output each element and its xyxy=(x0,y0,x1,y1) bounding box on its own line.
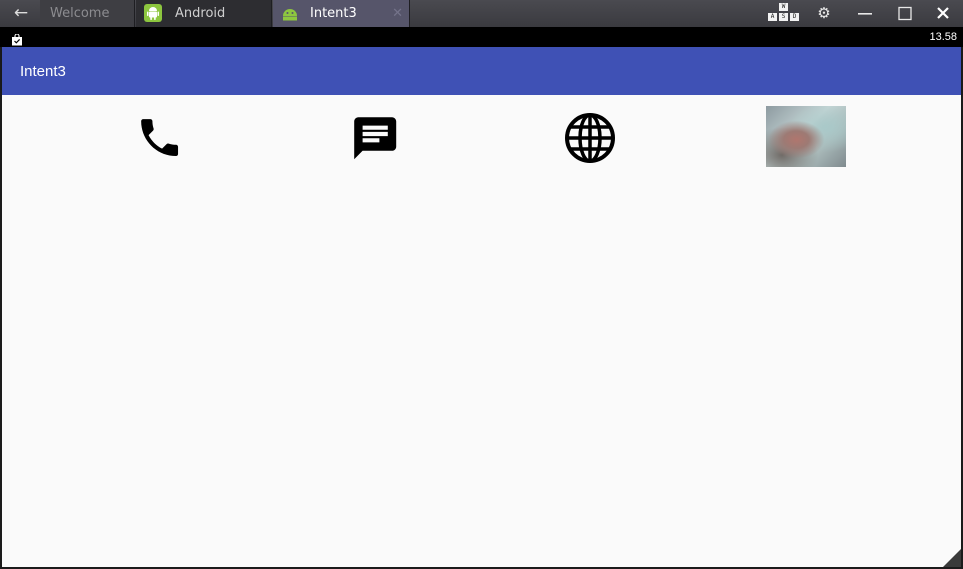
app-bar: Intent3 xyxy=(2,47,961,95)
status-bar: 13.58 xyxy=(0,27,963,47)
keycap-a: A xyxy=(768,13,777,21)
back-arrow-icon[interactable]: ← xyxy=(6,0,36,27)
tab-intent3[interactable]: Intent3 ✕ xyxy=(273,0,410,27)
tab-android[interactable]: Android xyxy=(136,0,272,27)
web-button[interactable] xyxy=(560,108,620,168)
close-icon[interactable] xyxy=(930,0,956,27)
phone-button[interactable] xyxy=(130,108,190,168)
app-title: Intent3 xyxy=(20,63,66,80)
maximize-icon[interactable] xyxy=(892,0,918,27)
keycap-s: S xyxy=(779,13,788,21)
message-icon xyxy=(354,117,397,160)
keycap-d: D xyxy=(790,13,799,21)
shopping-bag-icon xyxy=(11,31,23,46)
tab-android-label: Android xyxy=(175,6,226,21)
emulator-title-bar: ← Welcome Android Intent3 ✕ W A S D ⚙ xyxy=(0,0,963,27)
android-icon xyxy=(281,4,299,22)
tab-intent3-label: Intent3 xyxy=(310,6,357,21)
tab-welcome[interactable]: Welcome xyxy=(40,0,135,27)
globe-icon xyxy=(565,113,615,163)
minimize-icon[interactable] xyxy=(853,0,877,27)
keycap-w: W xyxy=(779,3,788,11)
phone-icon xyxy=(141,119,179,157)
tab-welcome-label: Welcome xyxy=(50,6,110,21)
gear-icon[interactable]: ⚙ xyxy=(812,0,836,27)
status-time: 13.58 xyxy=(929,31,957,43)
main-content xyxy=(2,95,961,567)
android-icon xyxy=(144,4,162,22)
message-button[interactable] xyxy=(345,108,405,168)
resize-grip[interactable] xyxy=(943,549,961,567)
tab-close-icon[interactable]: ✕ xyxy=(392,0,403,27)
keymap-icon[interactable]: W A S D xyxy=(765,3,801,25)
photo-thumbnail[interactable] xyxy=(766,106,846,167)
